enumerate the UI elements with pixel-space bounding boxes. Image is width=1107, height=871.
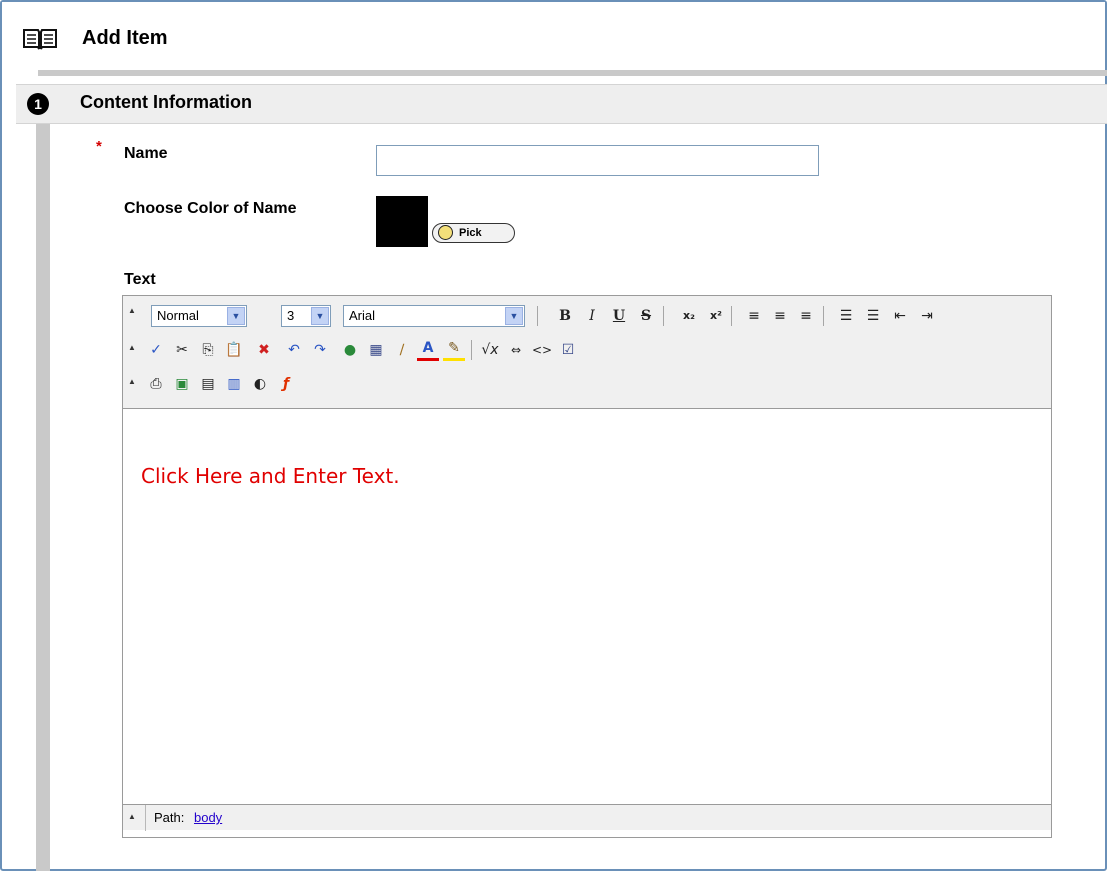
subscript-button[interactable]: x₂ bbox=[678, 305, 700, 327]
name-label: Name bbox=[124, 145, 168, 162]
attach-file-icon[interactable]: ⎙ bbox=[145, 373, 167, 395]
step-number-badge: 1 bbox=[27, 93, 49, 115]
insert-document-icon[interactable]: ▥ bbox=[223, 373, 245, 395]
insert-image-icon[interactable]: ▣ bbox=[171, 373, 193, 395]
text-editor: ▲ Normal ▼ 3 ▼ Arial ▼ B I U S x₂ x² ≡ ≡… bbox=[122, 295, 1052, 838]
editor-content-area[interactable]: Click Here and Enter Text. bbox=[123, 409, 1051, 803]
indent-icon[interactable]: ⇥ bbox=[916, 305, 938, 327]
color-label: Choose Color of Name bbox=[124, 200, 297, 217]
outdent-icon[interactable]: ⇤ bbox=[889, 305, 911, 327]
format-select[interactable]: Normal ▼ bbox=[151, 305, 247, 327]
underline-button[interactable]: U bbox=[608, 305, 630, 327]
collapse-row-icon[interactable]: ▲ bbox=[127, 306, 137, 316]
equation-icon[interactable]: √x bbox=[479, 339, 501, 361]
name-input[interactable] bbox=[376, 145, 819, 176]
superscript-button[interactable]: x² bbox=[705, 305, 727, 327]
chevron-down-icon: ▼ bbox=[227, 307, 245, 325]
align-right-icon[interactable]: ≡ bbox=[795, 305, 817, 327]
collapse-row-icon[interactable]: ▲ bbox=[127, 377, 137, 387]
collapse-row-icon[interactable]: ▲ bbox=[127, 343, 137, 353]
bold-button[interactable]: B bbox=[554, 305, 576, 327]
unordered-list-icon[interactable]: ☰ bbox=[862, 305, 884, 327]
format-select-value: Normal bbox=[157, 308, 199, 323]
insert-flash-icon[interactable]: ƒ bbox=[275, 373, 297, 395]
font-select-value: Arial bbox=[349, 308, 376, 323]
undo-icon[interactable]: ↶ bbox=[283, 339, 305, 361]
spellcheck-icon[interactable]: ✓ bbox=[145, 339, 167, 361]
size-select-value: 3 bbox=[287, 308, 295, 323]
remove-format-icon[interactable]: ✖ bbox=[253, 339, 275, 361]
source-code-icon[interactable]: <> bbox=[531, 339, 553, 361]
toolbar-separator bbox=[663, 306, 664, 326]
highlight-color-icon[interactable]: ✎ bbox=[443, 339, 465, 361]
section-left-rule bbox=[36, 124, 50, 871]
copy-icon[interactable]: ⎘ bbox=[197, 339, 219, 361]
required-marker: * bbox=[96, 138, 102, 155]
toolbar-separator bbox=[537, 306, 538, 326]
editor-path-bar: ▲ Path: body bbox=[123, 804, 1051, 831]
chevron-down-icon: ▼ bbox=[505, 307, 523, 325]
chevron-down-icon: ▼ bbox=[311, 307, 329, 325]
toolbar-separator bbox=[471, 340, 472, 360]
align-left-icon[interactable]: ≡ bbox=[743, 305, 765, 327]
section-title: Content Information bbox=[80, 92, 252, 112]
link-icon[interactable]: ● bbox=[339, 339, 361, 361]
text-label: Text bbox=[124, 271, 156, 288]
palette-icon bbox=[438, 225, 453, 240]
draw-icon[interactable]: ∕ bbox=[391, 339, 413, 361]
align-center-icon[interactable]: ≡ bbox=[769, 305, 791, 327]
toolbar-separator bbox=[731, 306, 732, 326]
header-divider bbox=[38, 70, 1107, 76]
path-display: Path: body bbox=[145, 805, 222, 831]
ordered-list-icon[interactable]: ☰ bbox=[835, 305, 857, 327]
size-select[interactable]: 3 ▼ bbox=[281, 305, 331, 327]
editor-toolbar: ▲ Normal ▼ 3 ▼ Arial ▼ B I U S x₂ x² ≡ ≡… bbox=[123, 296, 1051, 409]
strikethrough-button[interactable]: S bbox=[635, 305, 657, 327]
path-body-link[interactable]: body bbox=[194, 810, 222, 825]
insert-audio-icon[interactable]: ◐ bbox=[249, 373, 271, 395]
redo-icon[interactable]: ↷ bbox=[309, 339, 331, 361]
path-label: Path: bbox=[154, 810, 185, 825]
text-color-icon[interactable]: A bbox=[417, 339, 439, 361]
page-title: Add Item bbox=[82, 27, 168, 49]
color-swatch[interactable] bbox=[376, 196, 428, 247]
toolbar-separator bbox=[823, 306, 824, 326]
table-icon[interactable]: ▦ bbox=[365, 339, 387, 361]
cut-icon[interactable]: ✂ bbox=[171, 339, 193, 361]
preview-icon[interactable]: ☑ bbox=[557, 339, 579, 361]
italic-button[interactable]: I bbox=[581, 305, 603, 327]
toggle-html-icon[interactable]: ⇔ bbox=[505, 339, 527, 361]
collapse-row-icon[interactable]: ▲ bbox=[127, 812, 137, 822]
book-icon bbox=[23, 29, 57, 50]
paste-icon[interactable]: 📋 bbox=[223, 339, 245, 361]
insert-media-icon[interactable]: ▤ bbox=[197, 373, 219, 395]
font-select[interactable]: Arial ▼ bbox=[343, 305, 525, 327]
editor-placeholder-text[interactable]: Click Here and Enter Text. bbox=[141, 464, 400, 488]
